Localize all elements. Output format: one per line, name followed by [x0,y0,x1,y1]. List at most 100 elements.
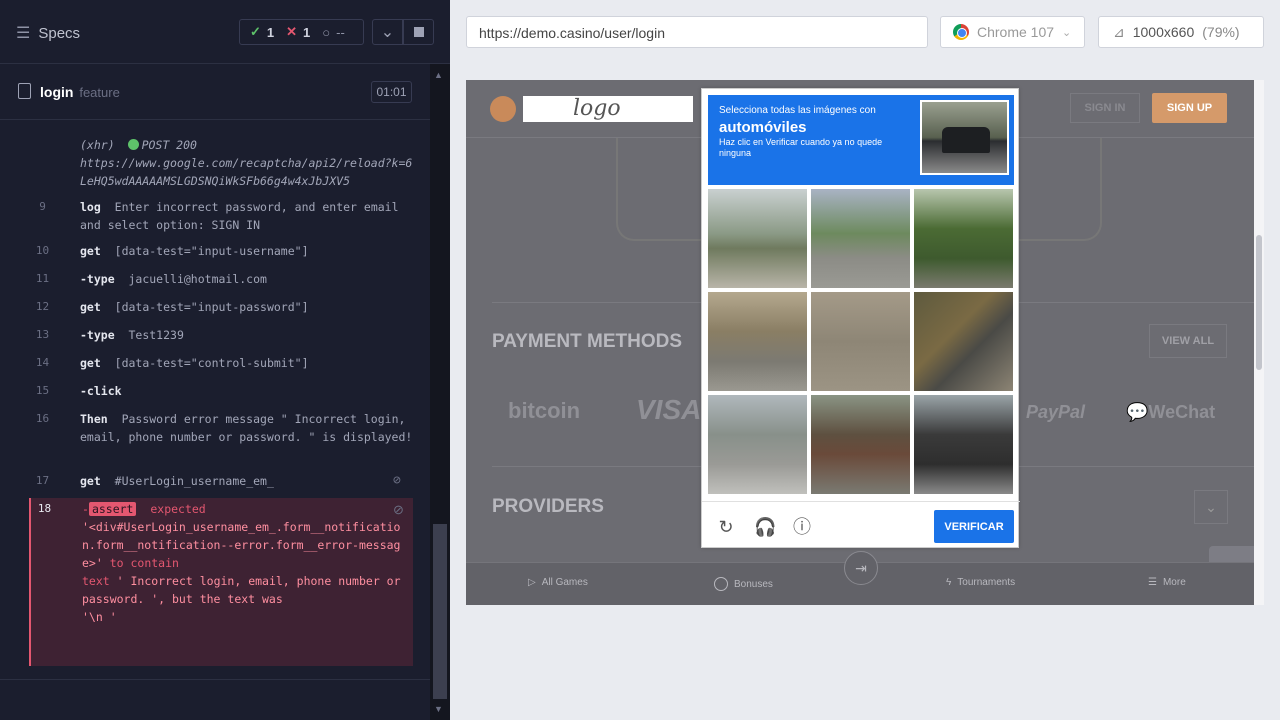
line-number: 9 [39,200,46,213]
nav-label: Tournaments [957,577,1016,588]
headphones-icon[interactable]: 🎧 [754,517,776,537]
spec-file-name[interactable]: login feature [40,84,120,100]
site-logo[interactable]: logo [523,96,693,122]
nav-tournaments[interactable]: ϟ Tournaments [946,577,1015,588]
command-text: https://www.google.com/recaptcha/api2/re… [80,156,413,188]
captcha-tile[interactable] [914,292,1013,391]
command-text: Test1239 [128,328,184,342]
stop-icon [413,27,424,37]
browser-label: Chrome 107 [977,24,1055,40]
chrome-icon [953,24,969,40]
specs-title: Specs [38,24,81,42]
preview-scrollbar[interactable] [1254,80,1264,605]
command-method: -type [80,272,115,286]
command-method: Then [80,412,108,426]
command-text: Enter incorrect password, and enter emai… [80,200,399,232]
scrollbar-thumb[interactable] [1256,235,1262,370]
eye-slash-icon[interactable]: ⊘ [393,502,404,518]
nav-bonuses[interactable]: Bonuses [714,577,773,591]
command-status: POST 200 [141,138,197,152]
recaptcha-challenge: Selecciona todas las imágenes con automó… [701,88,1020,548]
failed-command[interactable]: 18 - assert expected '<div#UserLogin_user… [29,498,413,666]
line-number: 18 [37,502,52,515]
command-method: log [80,200,101,214]
assert-expected-text: ' Incorrect login, email, phone number o… [82,574,401,606]
passed-icon: ✓ [250,24,261,39]
viewport-info[interactable]: ⊿ 1000x660 (79%) [1098,16,1264,48]
info-icon[interactable]: ⓘ [792,517,812,537]
sign-in-button[interactable]: SIGN IN [1070,93,1140,123]
assert-badge: assert [88,502,137,516]
ruler-icon: ⊿ [1113,23,1125,40]
lightning-icon: ϟ [946,577,952,588]
menu-icon: ☰ [1148,577,1157,588]
line-number: 17 [35,474,50,487]
captcha-keyword: automóviles [719,119,807,136]
command-method: (xhr) [80,138,115,152]
captcha-footer: ↻ 🎧 ⓘ VERIFICAR [702,501,1020,548]
verify-button[interactable]: VERIFICAR [934,510,1014,543]
wechat-icon: 💬 [1126,402,1149,422]
captcha-tile[interactable] [708,189,807,288]
spec-file-type: feature [79,85,120,100]
captcha-tile[interactable] [914,189,1013,288]
assert-dash: - [82,502,89,516]
command-body: -type Test1239 [80,326,415,344]
reload-icon[interactable]: ↻ [716,517,736,537]
captcha-tile[interactable] [708,292,807,391]
car-image [942,127,990,153]
sign-up-button[interactable]: SIGN UP [1152,93,1227,123]
line-number: 16 [35,412,50,425]
assert-actual-text: '\n ' [82,610,117,624]
scrollbar-thumb[interactable] [433,524,447,699]
nav-more[interactable]: ☰ More [1148,577,1186,588]
assert-to-contain: to contain [109,556,179,570]
captcha-tile[interactable] [708,395,807,494]
providers-title: PROVIDERS [492,496,604,517]
failed-icon: ✕ [286,24,298,39]
command-text: [data-test="control-submit"] [114,356,309,370]
passed-count: 1 [266,24,275,40]
command-body: log Enter incorrect password, and enter … [80,198,415,234]
options-dropdown-button[interactable]: ⌄ [372,19,403,45]
payment-paypal: PayPal [1026,402,1086,422]
captcha-sample-image [920,100,1009,175]
line-number: 13 [35,328,50,341]
captcha-tile[interactable] [811,292,910,391]
line-number: 12 [35,300,50,313]
view-all-button[interactable]: VIEW ALL [1149,324,1227,358]
specs-link[interactable]: ☰ Specs [16,23,80,43]
browser-selector[interactable]: Chrome 107 ⌄ [940,16,1085,48]
command-body: -click [80,382,415,400]
captcha-tile[interactable] [811,189,910,288]
nav-all-games[interactable]: ▷ All Games [528,577,588,588]
pending-icon: ○ [322,24,331,40]
command-body: get [data-test="input-password"] [80,298,415,316]
line-number: 15 [35,384,50,397]
command-body: Then Password error message " Incorrect … [80,410,415,446]
payment-methods-title: PAYMENT METHODS [492,331,683,352]
command-method: get [80,356,101,370]
nav-login-button[interactable]: ⇥ [844,551,878,585]
captcha-tile[interactable] [811,395,910,494]
captcha-prompt: Selecciona todas las imágenes con [719,105,876,116]
reporter-panel: ☰ Specs ✓ 1 ✕ 1 ○ -- ⌄ login feature 01:… [0,0,450,720]
reporter-header: ☰ Specs ✓ 1 ✕ 1 ○ -- ⌄ [0,0,450,64]
url-bar[interactable]: https://demo.casino/user/login [466,16,928,48]
command-method: -type [80,328,115,342]
scroll-up-icon[interactable]: ▲ [434,70,443,80]
assert-message: - assert expected '<div#UserLogin_usernam… [82,500,402,626]
fox-logo-icon [490,96,516,122]
command-method: get [80,244,101,258]
command-text: [data-test="input-username"] [114,244,309,258]
stop-button[interactable] [403,19,434,45]
reporter-scrollbar[interactable]: ▲ ▼ [430,64,450,720]
line-number: 14 [35,356,50,369]
command-text: #UserLogin_username_em_ [114,474,274,488]
scroll-down-icon[interactable]: ▼ [434,704,443,714]
payment-bitcoin: bitcoin [508,398,581,423]
captcha-tile[interactable] [914,395,1013,494]
eye-slash-icon[interactable]: ⊘ [393,472,401,490]
command-body: -type jacuelli@hotmail.com [80,270,415,288]
providers-expand-button[interactable]: ⌄ [1194,490,1228,524]
